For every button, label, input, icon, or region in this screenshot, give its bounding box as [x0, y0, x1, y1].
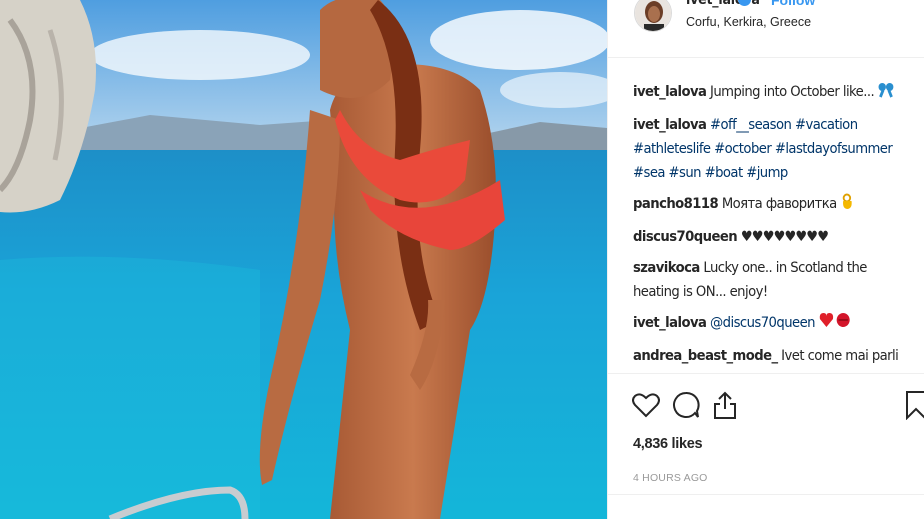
comments-list[interactable]: ivet_lalova Jumping into October like...…	[633, 80, 917, 372]
comment-item: ivet_lalova #off__season #vacation #athl…	[633, 113, 912, 185]
comment-username[interactable]: ivet_lalova	[633, 84, 707, 100]
comment-mention[interactable]: @discus70queen	[710, 315, 815, 331]
comment-text: Ivet come mai parli	[781, 348, 899, 364]
comment-username[interactable]: pancho8118	[633, 196, 719, 212]
share-icon[interactable]	[712, 390, 738, 425]
comment-username[interactable]: ivet_lalova	[633, 117, 707, 133]
comment-text: Jumping into October like...	[710, 84, 875, 100]
comment-item: discus70queen ♥♥♥♥♥♥♥♥	[633, 225, 912, 249]
post-actions: 4,836 likes 4 HOURS AGO	[608, 373, 924, 519]
comment-username[interactable]: ivet_lalova	[633, 315, 707, 331]
post-photo[interactable]	[0, 0, 607, 519]
comment-username[interactable]: andrea_beast_mode_	[633, 348, 778, 364]
post-sidebar: ivet_lalova Follow Corfu, Kerkira, Greec…	[607, 0, 924, 519]
avatar[interactable]	[634, 0, 672, 32]
photo-image	[0, 0, 607, 519]
comment-username[interactable]: discus70queen	[633, 229, 738, 245]
comment-text: ♥♥♥♥♥♥♥♥	[740, 229, 829, 245]
comment-item: ivet_lalova Jumping into October like...	[633, 80, 912, 106]
likes-count[interactable]: 4,836 likes	[633, 436, 703, 452]
comment-item: ivet_lalova @discus70queen	[633, 311, 912, 337]
comment-icon[interactable]	[672, 391, 700, 424]
heart-lips-icon	[819, 312, 851, 337]
follow-button[interactable]: Follow	[771, 0, 815, 8]
post-location[interactable]: Corfu, Kerkira, Greece	[686, 15, 811, 29]
heart-icon[interactable]	[632, 392, 660, 423]
post-timestamp[interactable]: 4 HOURS AGO	[633, 472, 708, 484]
comment-text: Моята фаворитка	[721, 196, 837, 212]
comment-username[interactable]: szavikoca	[633, 260, 700, 276]
comment-item: pancho8118 Моята фаворитка	[633, 192, 912, 218]
divider	[608, 494, 924, 495]
ribbon-icon	[878, 82, 895, 106]
comment-item: szavikoca Lucky one.. in Scotland the he…	[633, 256, 912, 304]
post-header: ivet_lalova Follow Corfu, Kerkira, Greec…	[608, 0, 924, 58]
bookmark-icon[interactable]	[904, 390, 924, 425]
ok-hand-icon	[840, 193, 853, 218]
comment-item: andrea_beast_mode_ Ivet come mai parli	[633, 344, 912, 368]
